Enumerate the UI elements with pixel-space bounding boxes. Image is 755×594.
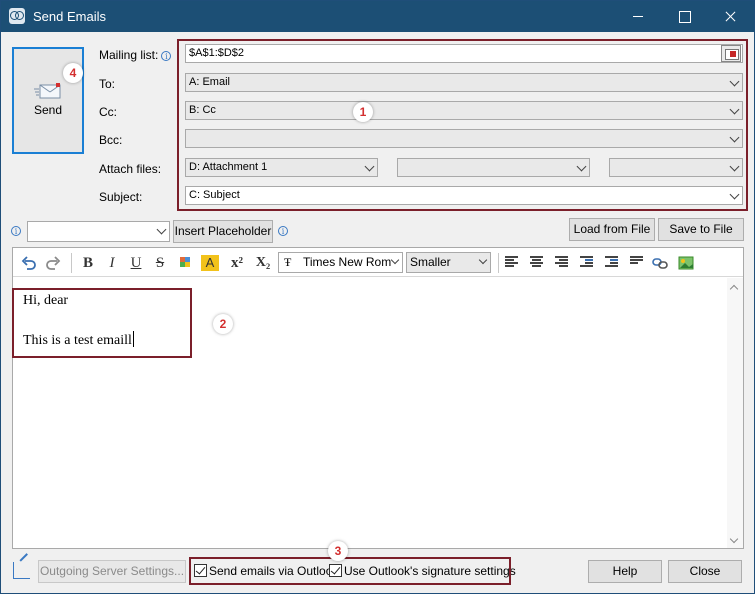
- callout-badge-4: 4: [63, 63, 83, 83]
- send-emails-window: Send Emails Send 4 Mailing list: i To: Cc…: [0, 0, 755, 594]
- highlight-box-body: [12, 288, 192, 358]
- maximize-button[interactable]: [661, 1, 707, 32]
- mailing-list-label: Mailing list: i: [99, 48, 172, 62]
- editor-toolbar: B I U S A x² X₂ Ŧ Times New Rom Smaller: [13, 248, 743, 277]
- callout-badge-2: 2: [213, 314, 233, 334]
- to-label: To:: [99, 77, 116, 91]
- help-button[interactable]: Help: [588, 560, 662, 583]
- editor-scrollbar[interactable]: [727, 278, 743, 548]
- toolbar-divider: [498, 253, 499, 273]
- image-icon[interactable]: [677, 253, 695, 273]
- outdent-icon[interactable]: [580, 256, 593, 267]
- save-to-file-button[interactable]: Save to File: [658, 218, 744, 241]
- superscript-button[interactable]: x²: [227, 253, 247, 273]
- close-window-button[interactable]: [707, 1, 753, 32]
- font-color-icon[interactable]: A: [201, 255, 219, 271]
- chevron-down-icon: [390, 255, 400, 265]
- bold-button[interactable]: B: [79, 253, 97, 273]
- align-center-icon[interactable]: [530, 256, 543, 267]
- undo-icon[interactable]: [21, 253, 37, 273]
- info-icon[interactable]: i: [161, 51, 172, 61]
- bcc-label: Bcc:: [99, 133, 123, 147]
- attach-files-label: Attach files:: [99, 162, 162, 176]
- send-button-label: Send: [33, 103, 63, 117]
- toolbar-divider: [71, 253, 72, 273]
- chevron-down-icon: [156, 224, 167, 235]
- window-title: Send Emails: [33, 9, 106, 24]
- scroll-down-icon[interactable]: [729, 534, 739, 544]
- font-icon: Ŧ: [284, 255, 292, 269]
- redo-icon[interactable]: [45, 253, 61, 273]
- highlight-box-options: [189, 557, 511, 585]
- indent-icon[interactable]: [605, 256, 618, 267]
- fill-color-icon[interactable]: [177, 253, 193, 273]
- load-from-file-button[interactable]: Load from File: [569, 218, 655, 241]
- info-icon[interactable]: i: [278, 226, 288, 236]
- close-button[interactable]: Close: [668, 560, 742, 583]
- align-right-icon[interactable]: [555, 256, 568, 267]
- link-icon[interactable]: [651, 253, 669, 273]
- underline-button[interactable]: U: [127, 253, 145, 273]
- line-spacing-icon[interactable]: [630, 256, 643, 267]
- insert-placeholder-button[interactable]: Insert Placeholder: [173, 220, 273, 243]
- italic-button[interactable]: I: [103, 253, 121, 273]
- chevron-down-icon: [478, 255, 488, 265]
- info-icon[interactable]: i: [11, 226, 21, 236]
- subject-label: Subject:: [99, 190, 143, 204]
- title-bar: Send Emails: [1, 1, 754, 32]
- app-icon: [9, 8, 25, 24]
- subscript-button[interactable]: X₂: [253, 253, 273, 273]
- envelope-icon: [34, 83, 61, 99]
- outgoing-server-settings-button[interactable]: Outgoing Server Settings...: [38, 560, 186, 583]
- strikethrough-button[interactable]: S: [151, 253, 169, 273]
- callout-badge-1: 1: [353, 102, 373, 122]
- cc-label: Cc:: [99, 105, 117, 119]
- highlight-box-fields: [177, 39, 748, 211]
- external-link-icon[interactable]: [13, 562, 30, 579]
- font-family-select[interactable]: Ŧ Times New Rom: [278, 252, 403, 273]
- placeholder-select[interactable]: [27, 221, 170, 242]
- minimize-button[interactable]: [615, 1, 661, 32]
- callout-badge-3: 3: [328, 541, 348, 561]
- scroll-up-icon[interactable]: [729, 284, 739, 294]
- font-size-select[interactable]: Smaller: [406, 252, 491, 273]
- align-left-icon[interactable]: [505, 256, 518, 267]
